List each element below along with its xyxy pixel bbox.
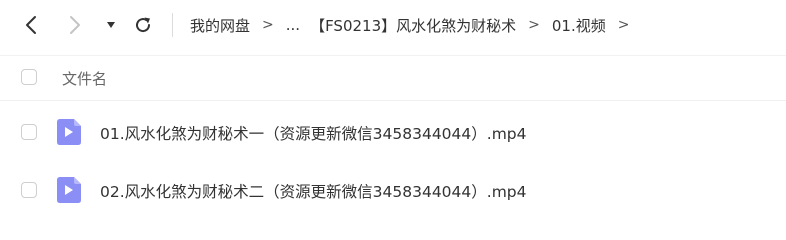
column-header-filename[interactable]: 文件名	[62, 68, 107, 89]
history-dropdown-button[interactable]	[100, 12, 122, 38]
breadcrumb-folder[interactable]: 【FS0213】风水化煞为财秘术	[310, 15, 516, 36]
back-button[interactable]	[18, 12, 44, 38]
breadcrumb-current[interactable]: 01.视频	[552, 15, 606, 36]
refresh-button[interactable]	[130, 12, 156, 38]
select-all-checkbox[interactable]	[21, 69, 37, 85]
breadcrumb-separator: >	[528, 17, 540, 33]
file-name[interactable]: 01.风水化煞为财秘术一（资源更新微信3458344044）.mp4	[100, 122, 527, 144]
forward-button[interactable]	[62, 12, 88, 38]
video-file-icon	[57, 177, 81, 203]
chevron-left-icon	[26, 16, 36, 34]
file-list-header: 文件名	[0, 55, 786, 101]
breadcrumb-root[interactable]: 我的网盘	[190, 15, 250, 36]
refresh-icon	[136, 17, 151, 33]
caret-down-icon	[107, 22, 115, 28]
video-file-icon	[57, 119, 81, 145]
breadcrumb-separator: >	[617, 17, 630, 33]
breadcrumb: 我的网盘 > ... 【FS0213】风水化煞为财秘术 > 01.视频 >	[190, 13, 641, 37]
file-checkbox[interactable]	[21, 182, 37, 198]
file-row[interactable]: 02.风水化煞为财秘术二（资源更新微信3458344044）.mp4	[0, 162, 786, 218]
file-row[interactable]: 01.风水化煞为财秘术一（资源更新微信3458344044）.mp4	[0, 104, 786, 160]
file-checkbox[interactable]	[21, 124, 37, 140]
chevron-right-icon	[70, 16, 80, 34]
breadcrumb-separator: >	[262, 17, 274, 33]
toolbar: 我的网盘 > ... 【FS0213】风水化煞为财秘术 > 01.视频 >	[0, 0, 786, 50]
toolbar-divider	[172, 13, 173, 37]
breadcrumb-ellipsis[interactable]: ...	[286, 16, 300, 34]
file-name[interactable]: 02.风水化煞为财秘术二（资源更新微信3458344044）.mp4	[100, 180, 527, 202]
